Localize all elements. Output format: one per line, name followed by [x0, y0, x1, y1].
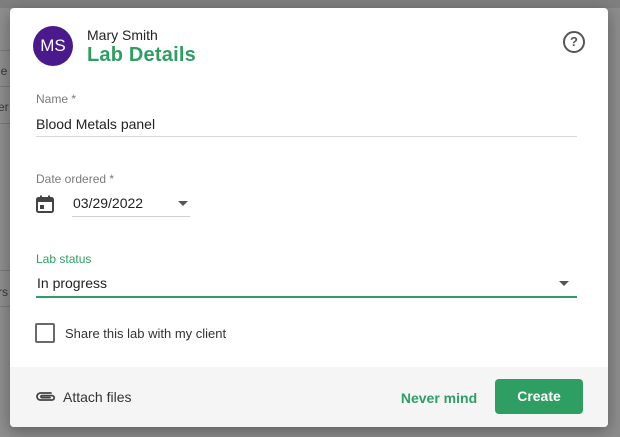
- background-divider: [0, 50, 10, 51]
- background-text-fragment: er: [0, 100, 9, 114]
- dialog-footer: Attach files Never mind Create: [10, 367, 608, 427]
- lab-status-value: In progress: [37, 275, 108, 291]
- chevron-down-icon: [559, 281, 569, 286]
- background-divider: [0, 86, 10, 87]
- dialog-title: Lab Details: [87, 44, 196, 66]
- client-name: Mary Smith: [87, 27, 158, 43]
- background-divider: [0, 306, 10, 307]
- date-ordered-select[interactable]: 03/29/2022: [72, 191, 190, 217]
- status-field-label: Lab status: [36, 252, 92, 266]
- share-with-client-label[interactable]: Share this lab with my client: [65, 326, 226, 341]
- help-circle-icon[interactable]: ?: [563, 31, 585, 53]
- lab-status-select[interactable]: In progress: [36, 273, 577, 298]
- name-field-label: Name *: [36, 92, 77, 106]
- background-divider: [0, 270, 10, 271]
- background-topbar: [0, 0, 620, 8]
- attach-files-label: Attach files: [63, 389, 132, 405]
- share-with-client-checkbox[interactable]: [35, 323, 55, 343]
- lab-details-dialog: MS Mary Smith Lab Details ? Name * Date …: [10, 8, 608, 427]
- background-text-fragment: rs: [0, 285, 8, 299]
- date-ordered-value: 03/29/2022: [73, 195, 144, 211]
- paperclip-icon: [36, 392, 56, 401]
- background-divider: [0, 123, 10, 124]
- chevron-down-icon: [178, 201, 188, 206]
- background-text-fragment: le: [0, 64, 8, 78]
- lab-name-input[interactable]: [36, 112, 577, 137]
- dialog-header: MS Mary Smith Lab Details ?: [10, 8, 608, 86]
- create-button[interactable]: Create: [495, 379, 583, 414]
- date-field-label: Date ordered *: [36, 172, 115, 186]
- never-mind-button[interactable]: Never mind: [391, 385, 487, 411]
- avatar: MS: [33, 26, 73, 66]
- calendar-icon[interactable]: [35, 194, 55, 214]
